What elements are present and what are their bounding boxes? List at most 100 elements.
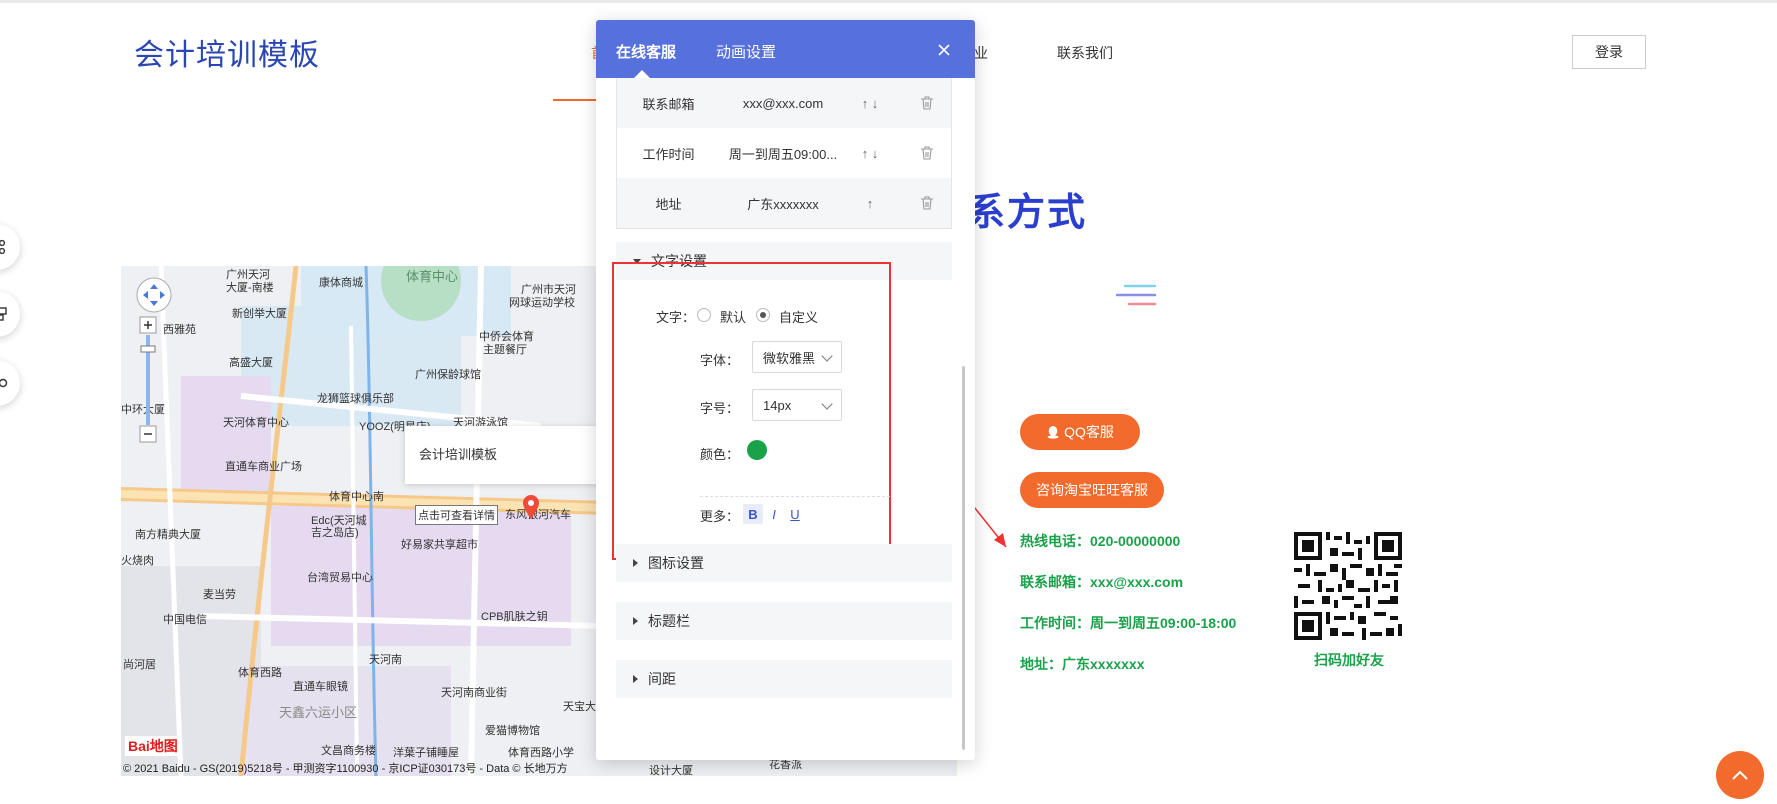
panel-header: 在线客服 动画设置: [596, 20, 975, 78]
accordion-title: 图标设置: [648, 555, 704, 571]
nav-item-partial[interactable]: 业: [974, 43, 988, 63]
map-tooltip: 点击可查看详情: [415, 505, 498, 525]
map-label: 龙狮篮球俱乐部: [317, 393, 394, 405]
trash-icon[interactable]: [919, 195, 935, 211]
caret-right-icon: [633, 675, 638, 683]
map-label: 设计大厦: [649, 765, 693, 776]
decoration-lines-icon: [1115, 284, 1157, 306]
map-label: 广州保龄球馆: [415, 369, 481, 381]
map-label: 体育中心南: [329, 491, 384, 503]
row-label: 工作时间: [642, 146, 695, 162]
accordion-spacing[interactable]: 间距: [616, 660, 952, 698]
tab-online-service[interactable]: 在线客服: [616, 41, 676, 62]
map-copyright: © 2021 Baidu - GS(2019)5218号 - 甲测资字11009…: [123, 763, 568, 775]
map-label: 康体商城: [319, 277, 363, 289]
font-select-value: 微软雅黑: [763, 350, 816, 366]
row-value: xxx@xxx.com: [742, 95, 824, 111]
map-label: 新创举大厦: [232, 308, 287, 320]
text-mode-label: 文字：: [656, 310, 696, 325]
section-title: 系方式: [967, 192, 1088, 234]
divider: [700, 496, 890, 497]
map-marker-icon[interactable]: [521, 494, 541, 520]
table-row: 地址 广东xxxxxxx ↑: [617, 178, 951, 228]
caret-right-icon: [633, 559, 638, 567]
size-label: 字号：: [700, 401, 740, 416]
map-zoom-control[interactable]: [135, 276, 179, 472]
radio-custom-label: 自定义: [779, 310, 819, 325]
qr-code: [1294, 532, 1402, 640]
sort-arrows[interactable]: ↑: [855, 196, 885, 211]
trash-icon[interactable]: [919, 145, 935, 161]
color-label: 颜色：: [700, 447, 740, 462]
row-label: 地址: [655, 196, 682, 212]
chevron-down-icon: [821, 398, 833, 410]
back-to-top-button[interactable]: [1716, 751, 1764, 799]
map-label: 爱猫博物馆: [485, 725, 540, 737]
qq-service-label: QQ客服: [1064, 424, 1114, 440]
share-icon: [0, 239, 6, 255]
chevron-up-icon: [1732, 770, 1748, 780]
color-picker[interactable]: [747, 440, 767, 460]
map-label: 中国电信: [163, 614, 207, 626]
bold-button[interactable]: B: [743, 504, 763, 524]
close-icon[interactable]: [936, 42, 952, 58]
map-info-window[interactable]: 会计培训模板: [405, 426, 605, 484]
underline-button[interactable]: U: [785, 504, 805, 524]
settings-panel: 在线客服 动画设置 联系邮箱 xxx@xxx.com ↑ ↓ 工作时间 周一到周…: [596, 20, 975, 760]
radio-default-label: 默认: [720, 310, 747, 325]
map-label: 火烧肉: [121, 555, 154, 567]
site-logo[interactable]: 会计培训模板: [134, 30, 320, 74]
map-label: 主题餐厅: [483, 344, 527, 356]
login-button[interactable]: 登录: [1572, 35, 1646, 69]
panel-body: 联系邮箱 xxx@xxx.com ↑ ↓ 工作时间 周一到周五09:00... …: [596, 78, 975, 760]
qr-label: 扫码加好友: [1314, 652, 1384, 668]
map-label: 天鑫六运小区: [279, 705, 358, 720]
sort-arrows[interactable]: ↑ ↓: [855, 96, 885, 111]
map-label: CPB肌肤之钥: [481, 611, 548, 623]
map-label: 台湾贸易中心: [307, 572, 373, 584]
map-label: 吉之岛店): [311, 527, 359, 539]
side-tool-button-2[interactable]: [0, 291, 20, 337]
wangwang-service-button[interactable]: 咨询淘宝旺旺客服: [1020, 472, 1164, 508]
radio-custom[interactable]: [756, 308, 770, 322]
map-label: 好易家共享超市: [401, 539, 478, 551]
contact-address: 地址：广东xxxxxxx: [1020, 656, 1145, 672]
map-label: 天河南: [369, 654, 402, 666]
top-border: [0, 0, 1777, 3]
map-label: 麦当劳: [203, 589, 236, 601]
contact-phone: 热线电话：020-00000000: [1020, 533, 1181, 549]
map-label: 体育西路小学: [508, 747, 574, 759]
nav-item-contact[interactable]: 联系我们: [1057, 43, 1113, 63]
contact-email: 联系邮箱：xxx@xxx.com: [1020, 574, 1184, 590]
baidu-logo: Bai地图: [125, 736, 181, 756]
gear-icon: [0, 378, 8, 388]
sort-arrows[interactable]: ↑ ↓: [855, 146, 885, 161]
trash-icon[interactable]: [919, 95, 935, 111]
table-row: 联系邮箱 xxx@xxx.com ↑ ↓: [617, 78, 951, 128]
map-label: 大厦-南楼: [226, 282, 274, 294]
map-label: 天河体育中心: [223, 417, 289, 429]
chevron-down-icon: [821, 350, 833, 362]
map-label: 直通车眼镜: [293, 681, 348, 693]
side-tool-button-3[interactable]: [0, 360, 20, 406]
layout-icon: [0, 307, 7, 321]
accordion-title-bar[interactable]: 标题栏: [616, 602, 952, 640]
map-label: 洋葉子铺睡屋: [393, 747, 459, 759]
accordion-title: 间距: [648, 671, 676, 687]
radio-default[interactable]: [697, 308, 711, 322]
accordion-icon-settings[interactable]: 图标设置: [616, 544, 952, 582]
size-select[interactable]: 14px: [752, 389, 842, 421]
italic-button[interactable]: I: [764, 504, 784, 524]
contact-info-table: 联系邮箱 xxx@xxx.com ↑ ↓ 工作时间 周一到周五09:00... …: [616, 78, 952, 229]
map-label: 尚河居: [123, 659, 156, 671]
font-label: 字体：: [700, 353, 740, 368]
row-value: 广东xxxxxxx: [747, 196, 819, 212]
side-tool-button-1[interactable]: [0, 224, 20, 270]
map-label: 高盛大厦: [229, 357, 273, 369]
font-select[interactable]: 微软雅黑: [752, 341, 842, 373]
panel-scrollbar[interactable]: [962, 366, 965, 750]
contact-hours: 工作时间：周一到周五09:00-18:00: [1020, 615, 1237, 631]
tab-animation-settings[interactable]: 动画设置: [716, 41, 776, 62]
map-label: 网球运动学校: [509, 297, 575, 309]
qq-service-button[interactable]: QQ客服: [1020, 414, 1140, 450]
